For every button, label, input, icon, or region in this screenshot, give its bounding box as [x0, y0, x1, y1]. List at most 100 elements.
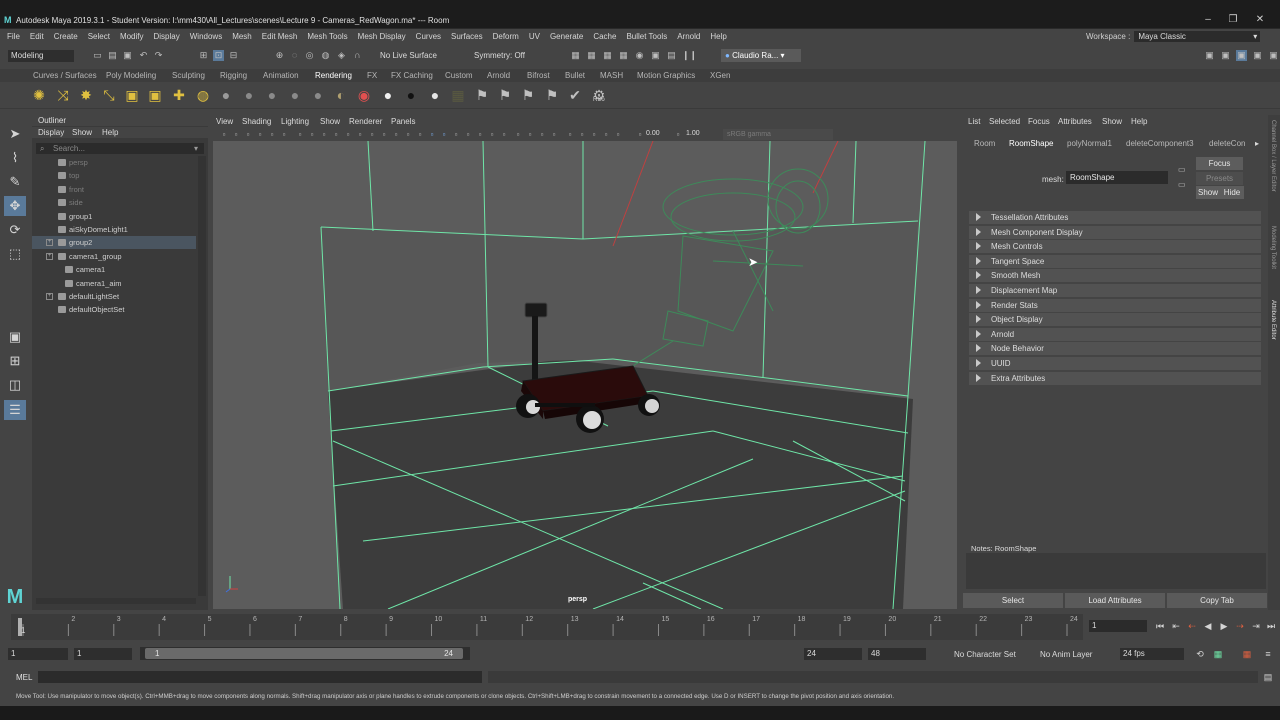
- outliner-item[interactable]: top: [32, 169, 196, 182]
- sphere-white-icon[interactable]: ●: [380, 87, 396, 103]
- render-view-icon[interactable]: ▣: [650, 50, 661, 61]
- menu-windows[interactable]: Windows: [185, 29, 227, 44]
- show-button[interactable]: Show: [1196, 186, 1220, 199]
- snap-point-icon[interactable]: ◎: [304, 50, 315, 61]
- outliner-menu-help[interactable]: Help: [102, 128, 118, 137]
- notes-textarea[interactable]: [966, 553, 1266, 589]
- ae-section-object-display[interactable]: Object Display: [969, 313, 1261, 327]
- layout-icon-5[interactable]: ▣: [1268, 50, 1279, 61]
- menu-help[interactable]: Help: [705, 29, 731, 44]
- menu-mesh-tools[interactable]: Mesh Tools: [302, 29, 352, 44]
- four-layout-icon[interactable]: ⊞: [4, 351, 26, 371]
- step-back-key-icon[interactable]: ⇤: [1170, 620, 1182, 632]
- viewport-toolbar-icon[interactable]: ▫: [243, 129, 253, 140]
- outliner-item[interactable]: side: [32, 196, 196, 209]
- undo-icon[interactable]: ↶: [138, 50, 149, 61]
- snap-view-icon[interactable]: ◍: [320, 50, 331, 61]
- select-button[interactable]: Select: [963, 593, 1063, 608]
- rotate-tool-icon[interactable]: ⟳: [4, 220, 26, 240]
- viewport-toolbar-icon[interactable]: ▫: [525, 129, 535, 140]
- shelf-tab-custom[interactable]: Custom: [445, 71, 473, 80]
- render-cam4-icon[interactable]: ⚑: [544, 87, 560, 103]
- viewport-toolbar-icon[interactable]: ▫: [499, 129, 509, 140]
- viewport-toolbar-icon[interactable]: ▫: [279, 129, 289, 140]
- menu-curves[interactable]: Curves: [411, 29, 446, 44]
- ambient-light-icon[interactable]: ✚: [171, 87, 187, 103]
- time-slider[interactable]: [11, 614, 1083, 640]
- copy-tab-button[interactable]: Copy Tab: [1167, 593, 1267, 608]
- ae-section-uuid[interactable]: UUID: [969, 357, 1261, 370]
- point-light-icon[interactable]: ✸: [78, 87, 94, 103]
- viewport-toolbar-icon[interactable]: ▫: [231, 129, 241, 140]
- new-scene-icon[interactable]: ▭: [92, 50, 103, 61]
- render-settings-shelf-icon[interactable]: ✔: [567, 87, 583, 103]
- scale-tool-icon[interactable]: ⬚: [4, 244, 26, 264]
- viewport-toolbar-icon[interactable]: ▫: [367, 129, 377, 140]
- viewport-menu-shading[interactable]: Shading: [242, 117, 271, 126]
- key-mode-icon[interactable]: ▦: [1241, 648, 1253, 660]
- ae-menu-focus[interactable]: Focus: [1028, 117, 1050, 126]
- viewport-toolbar-icon[interactable]: ▫: [589, 129, 599, 140]
- viewport-toolbar-icon[interactable]: ▫: [219, 129, 229, 140]
- snap-curve-icon[interactable]: ◌: [289, 50, 300, 61]
- outliner-item[interactable]: + camera1_group: [32, 250, 196, 263]
- viewport-toolbar-icon[interactable]: ▫: [635, 129, 645, 140]
- menu-deform[interactable]: Deform: [488, 29, 524, 44]
- sphere-striped-icon[interactable]: ◐: [333, 87, 349, 103]
- viewport-toolbar-icon[interactable]: ▫: [403, 129, 413, 140]
- viewport-toolbar-icon[interactable]: ▫: [427, 129, 437, 140]
- viewport-toolbar-icon[interactable]: ▫: [601, 129, 611, 140]
- play-backward-icon[interactable]: ◀: [1202, 620, 1214, 632]
- viewport-toolbar-icon[interactable]: ▫: [391, 129, 401, 140]
- menu-bullet-tools[interactable]: Bullet Tools: [621, 29, 672, 44]
- ae-section-smooth-mesh[interactable]: Smooth Mesh: [969, 269, 1261, 283]
- menu-select[interactable]: Select: [83, 29, 115, 44]
- anim-prefs-icon[interactable]: ≡: [1262, 648, 1274, 660]
- snap-grid-icon[interactable]: ⊕: [274, 50, 285, 61]
- viewport-toolbar-icon[interactable]: ▫: [415, 129, 425, 140]
- ae-section-tessellation-attributes[interactable]: Tessellation Attributes: [969, 211, 1261, 224]
- viewport-toolbar-icon[interactable]: ▫: [673, 129, 683, 140]
- viewport-toolbar-icon[interactable]: ▫: [255, 129, 265, 140]
- viewport-toolbar-icon[interactable]: ▫: [343, 129, 353, 140]
- sphere-color-icon[interactable]: ◉: [356, 87, 372, 103]
- gamma-value[interactable]: 1.00: [686, 130, 700, 137]
- viewport-toolbar-icon[interactable]: ▫: [267, 129, 277, 140]
- side-tab-modeling-toolkit[interactable]: Modeling Toolkit: [1270, 226, 1276, 269]
- single-layout-icon[interactable]: ▣: [4, 327, 26, 347]
- viewport-toolbar-icon[interactable]: ▫: [331, 129, 341, 140]
- end-time-field[interactable]: 48: [868, 648, 926, 660]
- workspace-selector[interactable]: Workspace : Maya Classic ▾: [1086, 31, 1261, 42]
- current-time-field[interactable]: 1: [1089, 620, 1147, 632]
- spot-light-icon[interactable]: ⤡: [101, 87, 117, 103]
- viewport-menu-panels[interactable]: Panels: [391, 117, 415, 126]
- sphere-dark-icon[interactable]: ●: [241, 87, 257, 103]
- menu-mesh-display[interactable]: Mesh Display: [353, 29, 411, 44]
- magnet-icon[interactable]: ∩: [352, 50, 363, 61]
- side-tab-channel-box[interactable]: Channel Box / Layer Editor: [1270, 120, 1276, 192]
- volume-light-icon[interactable]: ▣: [147, 87, 163, 103]
- viewport-menu-lighting[interactable]: Lighting: [281, 117, 309, 126]
- shelf-tab-fx[interactable]: FX: [367, 71, 377, 80]
- outliner-item[interactable]: aiSkyDomeLight1: [32, 223, 196, 236]
- ae-section-tangent-space[interactable]: Tangent Space: [969, 254, 1261, 268]
- select-object-icon[interactable]: ⊡: [213, 50, 224, 61]
- ae-menu-show[interactable]: Show: [1102, 117, 1122, 126]
- tab-room[interactable]: Room: [974, 139, 995, 148]
- expand-icon[interactable]: +: [46, 252, 53, 260]
- pause-icon[interactable]: ❙❙: [682, 50, 697, 61]
- render-settings-icon[interactable]: ▦: [618, 50, 629, 61]
- viewport-menu-view[interactable]: View: [216, 117, 233, 126]
- move-tool-icon[interactable]: ✥: [4, 196, 26, 216]
- shelf-tab-fx-caching[interactable]: FX Caching: [391, 71, 433, 80]
- viewport-toolbar-icon[interactable]: ▫: [549, 129, 559, 140]
- layout-icon-3[interactable]: ▣: [1236, 50, 1247, 61]
- snap-surface-icon[interactable]: ◈: [336, 50, 347, 61]
- outliner-item[interactable]: + group2: [32, 236, 196, 250]
- viewport-toolbar-icon[interactable]: ▫: [355, 129, 365, 140]
- menu-display[interactable]: Display: [149, 29, 185, 44]
- viewport-toolbar-icon[interactable]: ▫: [295, 129, 305, 140]
- shelf-tab-curves-surfaces[interactable]: Curves / Surfaces: [33, 71, 97, 80]
- symmetry-label[interactable]: Symmetry: Off: [474, 51, 525, 60]
- render-camera-icon[interactable]: ⚑: [474, 87, 490, 103]
